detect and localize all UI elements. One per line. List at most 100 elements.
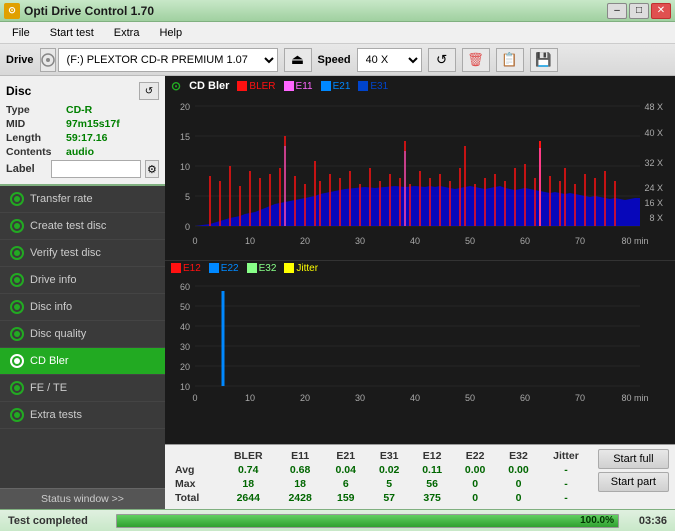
sidebar-item-icon <box>10 300 24 314</box>
svg-text:40: 40 <box>180 322 190 332</box>
sidebar-item-icon <box>10 408 24 422</box>
legend-e31-label: E31 <box>370 81 388 92</box>
disc-contents-value: audio <box>66 146 94 158</box>
row-avg-e11: 0.68 <box>276 463 324 477</box>
save-button[interactable]: 💾 <box>530 48 558 72</box>
svg-text:80 min: 80 min <box>621 236 648 246</box>
sidebar-item-icon <box>10 327 24 341</box>
menu-help[interactable]: Help <box>151 25 190 41</box>
row-total-e32: 0 <box>497 491 540 505</box>
app-title: Opti Drive Control 1.70 <box>24 4 154 18</box>
sidebar-item-disc-info[interactable]: Disc info <box>0 294 165 321</box>
row-total-e12: 375 <box>411 491 454 505</box>
svg-text:50: 50 <box>465 236 475 246</box>
svg-text:48 X: 48 X <box>644 102 663 112</box>
table-row: Max 18 18 6 5 56 0 0 - <box>171 477 592 491</box>
legend-e12: E12 <box>171 263 201 274</box>
sidebar-item-icon <box>10 381 24 395</box>
svg-text:0: 0 <box>185 222 190 232</box>
close-button[interactable]: ✕ <box>651 3 671 19</box>
sidebar-item-transfer-rate[interactable]: Transfer rate <box>0 186 165 213</box>
disc-panel-title: Disc <box>6 84 31 98</box>
speed-select[interactable]: 40 X <box>357 48 422 72</box>
row-avg-e22: 0.00 <box>453 463 496 477</box>
sidebar-item-create-test-disc[interactable]: Create test disc <box>0 213 165 240</box>
title-left: ⊙ Opti Drive Control 1.70 <box>4 3 154 19</box>
sidebar-item-label: Disc quality <box>30 328 86 340</box>
refresh-button[interactable]: ↺ <box>428 48 456 72</box>
disc-refresh-button[interactable]: ↺ <box>139 82 159 100</box>
titlebar: ⊙ Opti Drive Control 1.70 – □ ✕ <box>0 0 675 22</box>
legend-e22-label: E22 <box>221 263 239 274</box>
row-total-e11: 2428 <box>276 491 324 505</box>
row-max-e22: 0 <box>453 477 496 491</box>
copy-button[interactable]: 📋 <box>496 48 524 72</box>
svg-text:60: 60 <box>520 236 530 246</box>
maximize-button[interactable]: □ <box>629 3 649 19</box>
svg-text:10: 10 <box>180 162 190 172</box>
menu-start-test[interactable]: Start test <box>42 25 102 41</box>
col-header-e32: E32 <box>497 449 540 463</box>
legend-e22: E22 <box>209 263 239 274</box>
legend-e21-label: E21 <box>333 81 351 92</box>
sidebar-item-drive-info[interactable]: Drive info <box>0 267 165 294</box>
row-avg-e12: 0.11 <box>411 463 454 477</box>
app-icon: ⊙ <box>4 3 20 19</box>
row-avg-jitter: - <box>540 463 592 477</box>
sidebar-item-fe-te[interactable]: FE / TE <box>0 375 165 402</box>
svg-text:20: 20 <box>180 362 190 372</box>
svg-text:10: 10 <box>180 382 190 392</box>
sidebar-item-label: Create test disc <box>30 220 106 232</box>
legend-jitter-color <box>284 263 294 273</box>
legend-e11-color <box>284 81 294 91</box>
row-total-e22: 0 <box>453 491 496 505</box>
menu-extra[interactable]: Extra <box>106 25 148 41</box>
disc-label-key: Label <box>6 163 47 175</box>
col-header-bler: BLER <box>220 449 276 463</box>
legend-e11: E11 <box>284 81 313 92</box>
menu-file[interactable]: File <box>4 25 38 41</box>
bottom-status-bar: Test completed 100.0% 03:36 <box>0 509 675 531</box>
drive-select[interactable]: (F:) PLEXTOR CD-R PREMIUM 1.07 <box>58 48 278 72</box>
legend-e32-label: E32 <box>259 263 277 274</box>
top-chart-title: CD Bler <box>189 80 229 92</box>
sidebar-item-extra-tests[interactable]: Extra tests <box>0 402 165 429</box>
progress-text: 100.0% <box>580 515 614 527</box>
svg-text:0: 0 <box>192 236 197 246</box>
svg-text:80 min: 80 min <box>621 393 648 403</box>
sidebar-item-verify-test-disc[interactable]: Verify test disc <box>0 240 165 267</box>
disc-label-gear-button[interactable]: ⚙ <box>145 160 159 178</box>
row-total-label: Total <box>171 491 220 505</box>
legend-jitter-label: Jitter <box>296 263 318 274</box>
start-part-button[interactable]: Start part <box>598 472 669 492</box>
table-row: Total 2644 2428 159 57 375 0 0 - <box>171 491 592 505</box>
legend-e21: E21 <box>321 81 351 92</box>
status-window-button[interactable]: Status window >> <box>0 488 165 509</box>
minimize-button[interactable]: – <box>607 3 627 19</box>
eject-button[interactable]: ⏏ <box>284 48 312 72</box>
svg-text:50: 50 <box>465 393 475 403</box>
sidebar-item-icon <box>10 354 24 368</box>
row-avg-label: Avg <box>171 463 220 477</box>
sidebar-item-disc-quality[interactable]: Disc quality <box>0 321 165 348</box>
row-max-bler: 18 <box>220 477 276 491</box>
start-full-button[interactable]: Start full <box>598 449 669 469</box>
disc-panel: Disc ↺ Type CD-R MID 97m15s17f Length 59… <box>0 76 165 186</box>
disc-type-value: CD-R <box>66 104 92 116</box>
progress-bar-fill <box>117 515 618 527</box>
row-max-e32: 0 <box>497 477 540 491</box>
svg-text:16 X: 16 X <box>644 198 663 208</box>
svg-text:10: 10 <box>245 393 255 403</box>
sidebar-nav: Transfer rate Create test disc Verify te… <box>0 186 165 488</box>
legend-e11-label: E11 <box>296 81 313 92</box>
svg-text:30: 30 <box>355 236 365 246</box>
sidebar-item-cd-bler[interactable]: CD Bler <box>0 348 165 375</box>
drive-icon <box>40 48 56 72</box>
disc-mid-label: MID <box>6 118 66 130</box>
erase-button[interactable]: 🗑 <box>462 48 490 72</box>
svg-text:8 X: 8 X <box>649 213 663 223</box>
disc-mid-value: 97m15s17f <box>66 118 120 130</box>
disc-label-input[interactable] <box>51 160 141 178</box>
col-header-e11: E11 <box>276 449 324 463</box>
svg-text:0: 0 <box>192 393 197 403</box>
